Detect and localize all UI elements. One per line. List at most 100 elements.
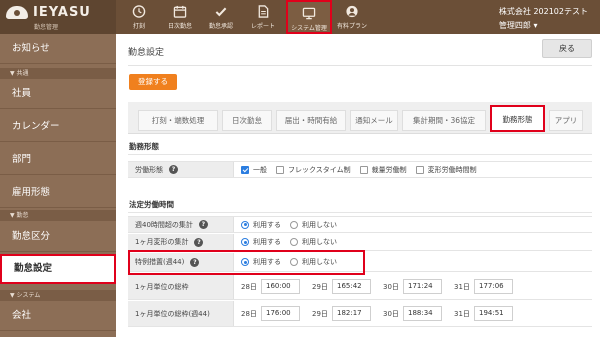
limit44-30-input[interactable]: 188:34 — [403, 306, 442, 321]
tab-punch-rounding[interactable]: 打刻・端数処理 — [138, 110, 218, 131]
row-label: 1ヶ月単位の総枠 — [128, 274, 234, 299]
limit-28-input[interactable]: 160:00 — [261, 279, 300, 294]
monthly-limit-week44-values: 28日 176:00 29日 182:17 30日 188:34 31日 194:51 — [235, 301, 592, 326]
nav-approval-label: 勤怠承認 — [208, 23, 233, 30]
user-name[interactable]: 管理四郎 ▾ — [499, 20, 588, 31]
day-label: 29日 — [312, 309, 328, 318]
back-button[interactable]: 戻る — [542, 39, 592, 58]
limit44-28-input[interactable]: 176:00 — [261, 306, 300, 321]
page-title: 勤怠設定 — [128, 48, 165, 58]
main-content: 勤怠設定 戻る 登録する 打刻・端数処理 日次勤怠 届出・時間有給 通知メール … — [116, 34, 600, 337]
radio-icon — [290, 220, 298, 229]
day-label: 29日 — [312, 282, 328, 291]
sidebar-item-notice[interactable]: お知らせ — [0, 34, 116, 64]
calendar-icon — [173, 5, 187, 18]
sidebar-item-employment-type[interactable]: 雇用形態 — [0, 178, 116, 208]
option-label: 変形労働時間制 — [427, 165, 477, 174]
help-icon[interactable]: ? — [169, 165, 178, 174]
nav-report-label: レポート — [250, 23, 275, 30]
option-label: 一般 — [253, 165, 267, 174]
limit-31-input[interactable]: 177:06 — [474, 279, 513, 294]
nav-paid-plan-label: 有料プラン — [336, 23, 367, 30]
option-label: 利用する — [253, 258, 281, 266]
special-measure-label: 特例措置(週44) — [135, 258, 185, 266]
row-label: 労働形態? — [128, 162, 234, 177]
clock-icon — [132, 5, 146, 18]
option-label: フレックスタイム制 — [288, 165, 351, 174]
sidebar-section-attendance: ▼ 勤怠 — [0, 210, 116, 221]
sidebar-section-common: ▼ 共通 — [0, 68, 116, 79]
option-label: 利用しない — [302, 220, 337, 229]
radio-use[interactable]: 利用する — [241, 237, 281, 247]
tab-notification-mail[interactable]: 通知メール — [350, 110, 398, 131]
nav-daily-attendance[interactable]: 日次勤怠 — [161, 0, 199, 34]
nav-approval[interactable]: 勤怠承認 — [202, 0, 240, 34]
tab-requests-hourly-leave[interactable]: 届出・時間有給 — [276, 110, 346, 131]
day-label: 28日 — [241, 282, 257, 291]
row-label: 1ヶ月変形の集計? — [128, 234, 234, 250]
tab-app[interactable]: アプリ — [549, 110, 583, 131]
row-label: 特例措置(週44)? — [128, 253, 234, 271]
sidebar-section-system: ▼ システム — [0, 290, 116, 301]
monthly-limit-week44-row: 1ヶ月単位の総枠(週44) 28日 176:00 29日 182:17 30日 188… — [128, 301, 592, 327]
limit-29-input[interactable]: 165:42 — [332, 279, 371, 294]
nav-punch[interactable]: 打刻 — [120, 0, 158, 34]
register-button[interactable]: 登録する — [129, 74, 177, 90]
monthly-variable-row: 1ヶ月変形の集計? 利用する 利用しない — [128, 234, 592, 251]
sidebar-item-company[interactable]: 会社 — [0, 301, 116, 331]
logo[interactable]: IEYASU 勤怠管理 — [0, 0, 116, 34]
user-icon — [346, 5, 358, 18]
nav-report[interactable]: レポート — [244, 0, 282, 34]
monthly-limit-values: 28日 160:00 29日 165:42 30日 171:24 31日 177:06 — [235, 274, 592, 299]
legal-hours-section-title: 法定労働時間 — [129, 200, 174, 209]
limit-30-input[interactable]: 171:24 — [403, 279, 442, 294]
monthly-variable-options: 利用する 利用しない — [235, 234, 592, 250]
option-variable-hours[interactable]: 変形労働時間制 — [415, 165, 477, 175]
radio-not-use[interactable]: 利用しない — [290, 220, 337, 230]
day-label: 28日 — [241, 309, 257, 318]
nav-punch-label: 打刻 — [132, 23, 145, 30]
sidebar-item-calendar[interactable]: カレンダー — [0, 112, 116, 142]
check-icon — [215, 7, 227, 17]
radio-selected-icon — [241, 220, 249, 229]
tab-work-style[interactable]: 勤務形態 — [490, 105, 545, 132]
sidebar-item-attendance-settings[interactable]: 勤怠設定 — [0, 254, 116, 284]
company-name: 株式会社 202102テスト — [498, 7, 588, 16]
account-menu[interactable]: 株式会社 202102テスト 管理四郎 ▾ — [499, 6, 588, 31]
tab-aggregation-36[interactable]: 集計期間・36協定 — [402, 110, 486, 131]
radio-use[interactable]: 利用する — [241, 220, 281, 230]
day-label: 30日 — [383, 309, 399, 318]
special-measure-row: 特例措置(週44)? 利用する 利用しない — [128, 253, 592, 272]
logo-icon — [6, 6, 28, 19]
radio-not-use[interactable]: 利用しない — [290, 237, 337, 247]
help-icon[interactable]: ? — [194, 237, 204, 247]
sidebar-item-attendance-category[interactable]: 勤怠区分 — [0, 222, 116, 252]
nav-paid-plan[interactable]: 有料プラン — [333, 0, 371, 34]
tab-daily-attendance[interactable]: 日次勤怠 — [222, 110, 272, 131]
monthly-variable-label: 1ヶ月変形の集計 — [135, 238, 189, 246]
logo-text: IEYASU — [33, 5, 91, 20]
sidebar-item-employees[interactable]: 社員 — [0, 79, 116, 109]
row-label: 週40時間超の集計? — [128, 217, 234, 232]
sidebar-item-department[interactable]: 部門 — [0, 145, 116, 175]
nav-system-admin-label: システム管理 — [291, 25, 327, 32]
section-divider — [128, 212, 592, 213]
radio-use[interactable]: 利用する — [241, 257, 281, 267]
row-label: 1ヶ月単位の総枠(週44) — [128, 301, 234, 326]
document-icon — [258, 5, 269, 18]
limit44-31-input[interactable]: 194:51 — [474, 306, 513, 321]
checkbox-icon — [359, 165, 368, 174]
work-style-section-title: 勤務形態 — [129, 142, 159, 151]
option-discretionary[interactable]: 裁量労働制 — [359, 165, 407, 175]
radio-not-use[interactable]: 利用しない — [290, 257, 337, 267]
nav-system-admin[interactable]: システム管理 — [286, 0, 332, 34]
weekly-40-options: 利用する 利用しない — [235, 217, 592, 232]
weekly-40-label: 週40時間超の集計 — [135, 220, 193, 229]
option-general[interactable]: 一般 — [241, 165, 267, 175]
radio-icon — [290, 258, 298, 266]
option-flextime[interactable]: フレックスタイム制 — [276, 165, 351, 175]
limit44-29-input[interactable]: 182:17 — [332, 306, 371, 321]
help-icon[interactable]: ? — [190, 257, 200, 267]
title-divider — [128, 65, 592, 66]
help-icon[interactable]: ? — [198, 220, 208, 229]
